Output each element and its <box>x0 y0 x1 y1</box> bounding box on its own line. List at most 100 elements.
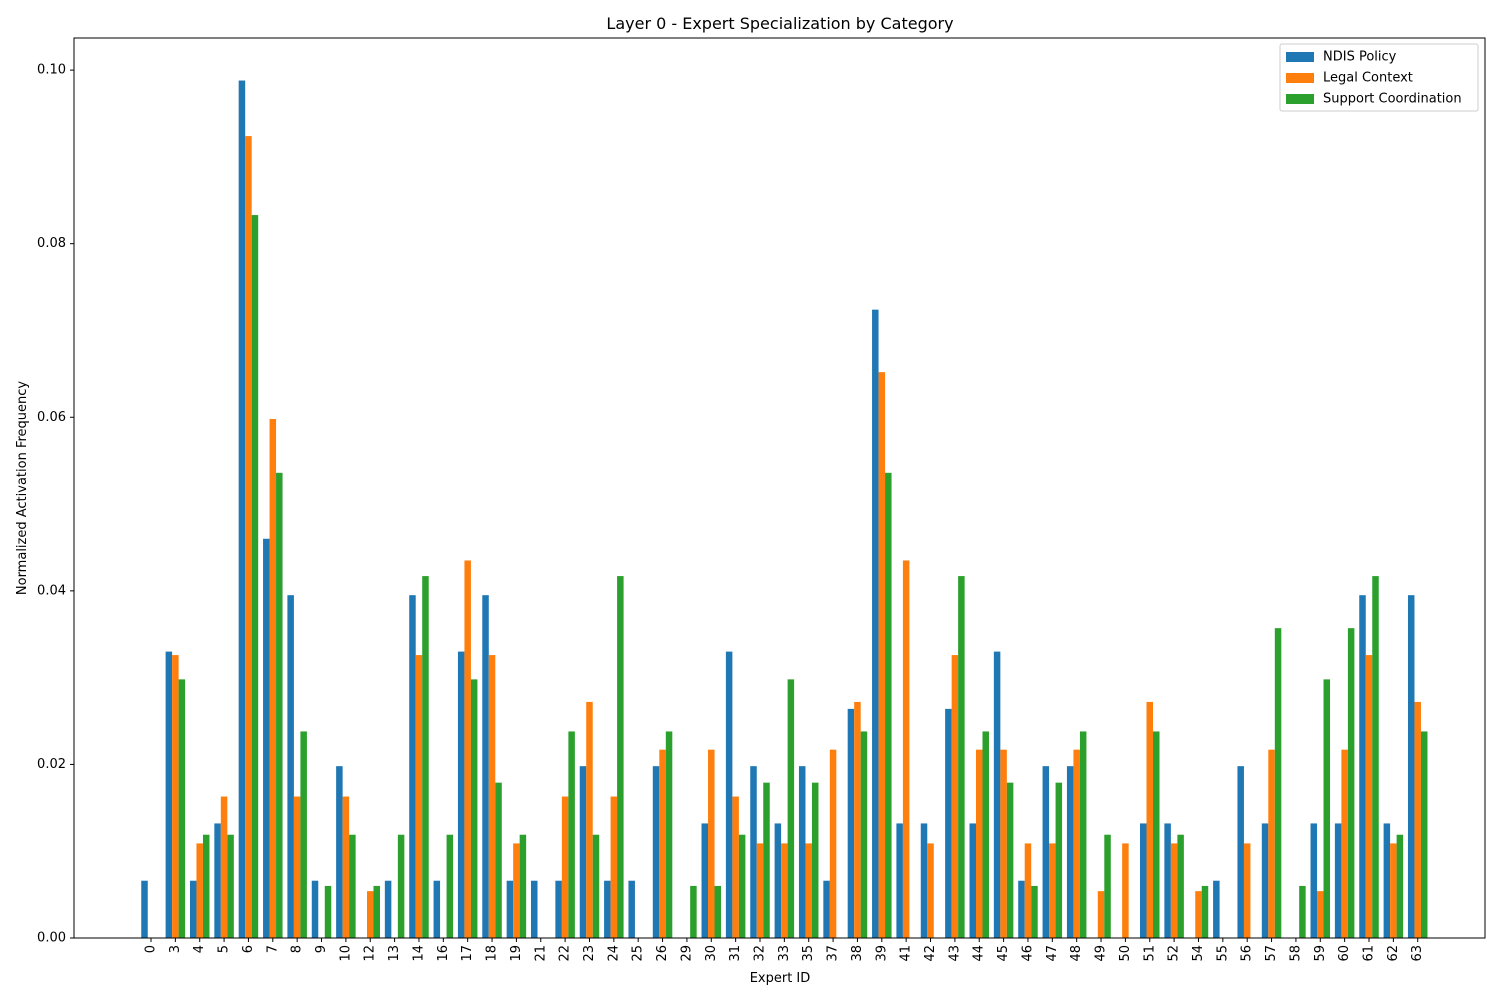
x-tick-label: 8 <box>290 945 305 953</box>
x-tick-label: 23 <box>582 945 597 962</box>
bar-ndis-policy-expert-55 <box>1213 880 1220 938</box>
bar-legal-context-expert-56 <box>1243 843 1251 938</box>
bar-support-coordination-expert-24 <box>617 576 624 938</box>
bar-legal-context-expert-18 <box>488 655 496 938</box>
bar-support-coordination-expert-5 <box>227 834 234 938</box>
bar-support-coordination-expert-54 <box>1201 885 1209 938</box>
bar-chart: Layer 0 - Expert Specialization by Categ… <box>15 14 1486 986</box>
y-tick-label: 0.04 <box>37 583 66 598</box>
x-tick-label: 39 <box>874 945 889 962</box>
legend: NDIS Policy Legal Context Support Coordina… <box>1279 43 1479 112</box>
bar-support-coordination-expert-39 <box>885 472 892 938</box>
bar-support-coordination-expert-12 <box>373 885 380 938</box>
legend-swatch-support-coordination <box>1286 94 1314 104</box>
bar-support-coordination-expert-48 <box>1079 731 1087 938</box>
bar-support-coordination-expert-6 <box>251 215 259 939</box>
bar-ndis-policy-expert-37 <box>823 880 830 938</box>
bar-ndis-policy-expert-30 <box>701 823 709 938</box>
bar-legal-context-expert-7 <box>269 419 277 938</box>
bar-legal-context-expert-46 <box>1024 843 1032 938</box>
y-axis-ticks: 0.00 0.02 0.04 0.06 0.08 0.10 <box>37 63 74 946</box>
bar-ndis-policy-expert-38 <box>847 708 855 938</box>
bar-ndis-policy-expert-39 <box>872 309 879 938</box>
bar-ndis-policy-expert-61 <box>1359 595 1366 938</box>
bar-legal-context-expert-8 <box>293 796 301 938</box>
x-tick-label: 44 <box>972 945 987 962</box>
x-tick-label: 13 <box>387 945 402 962</box>
bar-legal-context-expert-47 <box>1049 843 1056 938</box>
bar-support-coordination-expert-23 <box>592 834 600 938</box>
x-tick-label: 48 <box>1069 945 1084 962</box>
x-tick-label: 55 <box>1215 945 1230 962</box>
bar-support-coordination-expert-18 <box>495 782 502 938</box>
bar-support-coordination-expert-4 <box>202 834 210 938</box>
bar-support-coordination-expert-45 <box>1006 782 1014 938</box>
bar-ndis-policy-expert-60 <box>1334 823 1342 938</box>
bar-legal-context-expert-51 <box>1146 701 1154 938</box>
x-axis-ticks: 0 3 4 5 6 7 8 9 10 12 13 14 16 17 18 19 21 22 23 24 25 26 29 30… <box>144 938 1425 962</box>
y-tick-label: 0.10 <box>37 63 66 78</box>
bar-legal-context-expert-44 <box>975 749 983 938</box>
bar-support-coordination-expert-35 <box>811 782 819 938</box>
bar-ndis-policy-expert-26 <box>652 766 660 938</box>
bar-support-coordination-expert-62 <box>1396 834 1404 938</box>
bar-ndis-policy-expert-42 <box>920 823 928 938</box>
bar-ndis-policy-expert-31 <box>725 651 733 938</box>
bar-support-coordination-expert-44 <box>982 731 989 938</box>
bar-ndis-policy-expert-23 <box>579 766 587 938</box>
x-tick-label: 3 <box>168 945 183 953</box>
x-tick-label: 61 <box>1362 945 1377 962</box>
bar-ndis-policy-expert-63 <box>1407 595 1415 938</box>
bar-support-coordination-expert-13 <box>397 834 405 938</box>
bar-legal-context-expert-45 <box>1000 749 1007 938</box>
bar-ndis-policy-expert-21 <box>531 880 538 938</box>
bar-ndis-policy-expert-32 <box>750 766 757 938</box>
bar-ndis-policy-expert-6 <box>238 80 246 938</box>
bar-legal-context-expert-60 <box>1341 749 1348 938</box>
bar-support-coordination-expert-63 <box>1420 731 1428 938</box>
bar-support-coordination-expert-16 <box>446 834 454 938</box>
bar-legal-context-expert-42 <box>927 843 934 938</box>
x-tick-label: 24 <box>606 945 621 962</box>
bar-support-coordination-expert-8 <box>300 731 307 938</box>
bar-legal-context-expert-22 <box>561 796 569 938</box>
bar-ndis-policy-expert-18 <box>482 595 489 938</box>
bar-legal-context-expert-63 <box>1414 701 1421 938</box>
bar-legal-context-expert-48 <box>1073 749 1080 938</box>
bar-legal-context-expert-23 <box>586 701 593 938</box>
bar-legal-context-expert-59 <box>1317 891 1324 938</box>
x-tick-label: 0 <box>144 945 159 953</box>
bar-legal-context-expert-26 <box>659 749 666 938</box>
legend-label-legal-context: Legal Context <box>1323 71 1413 86</box>
bar-support-coordination-expert-7 <box>276 472 283 938</box>
bar-legal-context-expert-10 <box>342 796 350 938</box>
x-tick-label: 7 <box>265 945 280 953</box>
bar-support-coordination-expert-61 <box>1372 576 1379 938</box>
x-tick-label: 21 <box>533 945 548 962</box>
bar-support-coordination-expert-32 <box>763 782 770 938</box>
bar-ndis-policy-expert-57 <box>1261 823 1269 938</box>
bar-support-coordination-expert-59 <box>1323 679 1331 938</box>
bar-ndis-policy-expert-46 <box>1018 880 1025 938</box>
bar-ndis-policy-expert-24 <box>604 880 611 938</box>
x-tick-label: 31 <box>728 945 743 962</box>
x-tick-label: 14 <box>411 945 426 962</box>
bar-support-coordination-expert-58 <box>1299 885 1306 938</box>
x-tick-label: 30 <box>704 945 719 962</box>
bar-support-coordination-expert-3 <box>178 679 186 938</box>
bar-legal-context-expert-43 <box>951 655 959 938</box>
bar-legal-context-expert-4 <box>196 843 203 938</box>
x-tick-label: 49 <box>1094 945 1109 962</box>
x-tick-label: 5 <box>217 945 232 953</box>
legend-label-support-coordination: Support Coordination <box>1323 92 1462 107</box>
bar-support-coordination-expert-9 <box>324 885 332 938</box>
bar-ndis-policy-expert-22 <box>555 880 562 938</box>
x-tick-label: 22 <box>558 945 573 962</box>
bars-group <box>141 80 1428 939</box>
x-tick-label: 17 <box>460 945 475 962</box>
bar-ndis-policy-expert-44 <box>969 823 976 938</box>
x-tick-label: 4 <box>192 945 207 953</box>
bar-legal-context-expert-52 <box>1170 843 1178 938</box>
x-tick-label: 58 <box>1288 945 1303 962</box>
x-axis-label: Expert ID <box>750 971 811 986</box>
